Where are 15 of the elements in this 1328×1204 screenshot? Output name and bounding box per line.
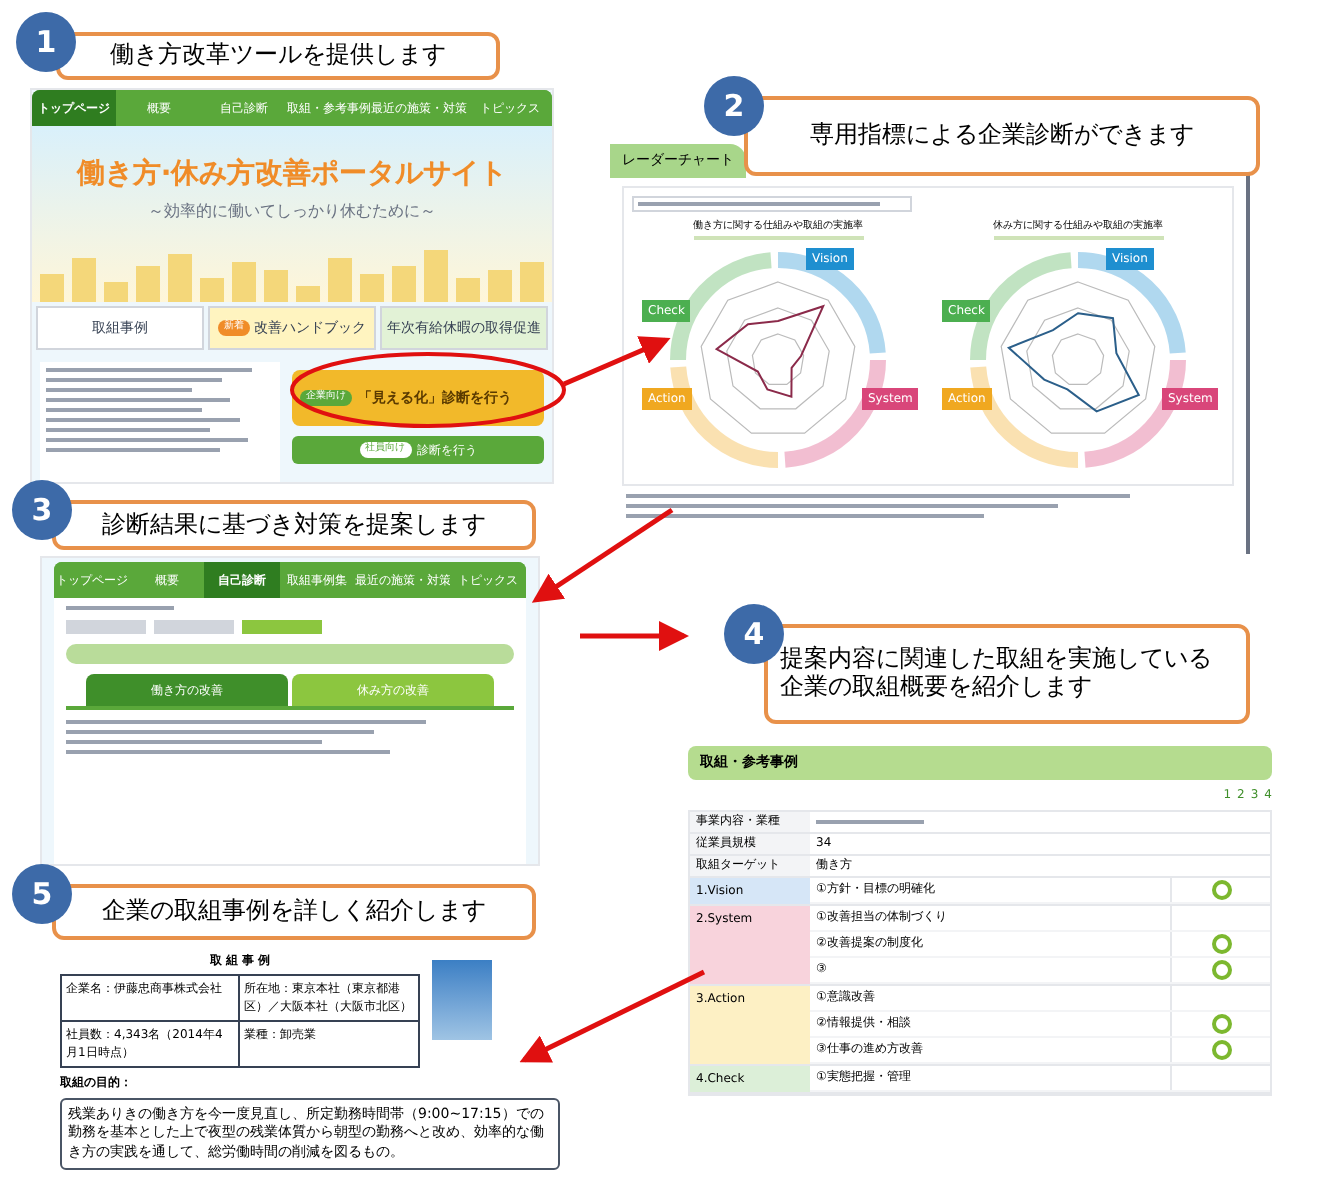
callout-text: 企業の取組事例を詳しく紹介します [52,884,536,940]
callout-text: 診断結果に基づき対策を提案します [52,500,536,550]
callout-text: 提案内容に関連した取組を実施している企業の取組概要を紹介します [764,624,1250,724]
number-badge: 1 [16,12,76,72]
photo-placeholder [432,960,492,1040]
number-badge: 2 [704,76,764,136]
number-badge: 5 [12,864,72,924]
arrow [580,621,689,651]
circle-mark [1211,879,1231,899]
number-badge: 3 [12,480,72,540]
arrow [531,507,674,603]
site-subtitle: ～効率的に働いてしっかり休むために～ [148,200,436,224]
site-title: 働き方·休み方改善ポータルサイト [76,155,508,194]
callout-text: 専用指標による企業診断ができます [744,96,1260,176]
arrow [563,336,671,387]
